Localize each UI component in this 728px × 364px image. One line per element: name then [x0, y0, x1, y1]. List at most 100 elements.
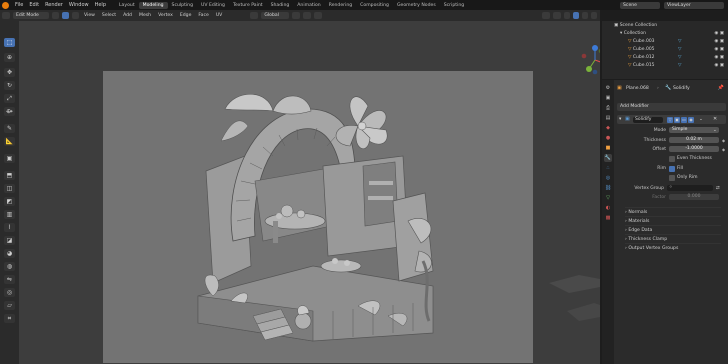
workspace-tab-texture-paint[interactable]: Texture Paint: [229, 2, 267, 9]
subpanel-edge-data[interactable]: › Edge Data: [625, 225, 721, 234]
visibility-eye-icon[interactable]: ◉ ▣: [714, 63, 724, 70]
snap-icon[interactable]: [303, 12, 312, 19]
workspace-tab-modeling[interactable]: Modeling: [138, 1, 168, 9]
particles-tab-icon[interactable]: ∴: [604, 164, 612, 172]
close-icon[interactable]: ✕: [713, 116, 717, 122]
header-menu-view[interactable]: View: [82, 13, 97, 18]
proportional-edit-icon[interactable]: [314, 12, 323, 19]
outliner-object-row[interactable]: ▽ Cube.005 ▽ ◉ ▣: [602, 47, 728, 54]
dropdown-chevron-icon[interactable]: ⌄: [699, 117, 703, 122]
physics-tab-icon[interactable]: ◎: [604, 174, 612, 182]
navigation-gizmo[interactable]: [580, 45, 600, 75]
data-tab-icon[interactable]: ▽: [604, 194, 612, 202]
3d-viewport[interactable]: ⌕ ✋ 🎥 ▦: [19, 21, 600, 364]
move-tool-icon[interactable]: ✥: [4, 68, 15, 77]
subpanel-materials[interactable]: › Materials: [625, 216, 721, 225]
pivot-icon[interactable]: [292, 12, 301, 19]
edge-select-icon[interactable]: [62, 12, 69, 19]
annotate-tool-icon[interactable]: ✎: [4, 124, 15, 133]
menu-render[interactable]: Render: [42, 2, 66, 8]
animate-dot-icon[interactable]: ◆: [722, 146, 725, 153]
shading-rendered-icon[interactable]: [591, 12, 597, 19]
header-menu-edge[interactable]: Edge: [178, 13, 194, 18]
only-rim-checkbox[interactable]: [669, 174, 675, 181]
blender-logo-icon[interactable]: [2, 1, 9, 9]
animate-dot-icon[interactable]: ◆: [722, 137, 725, 144]
loop-cut-tool-icon[interactable]: ▥: [4, 210, 15, 219]
visibility-eye-icon[interactable]: ◉ ▣: [714, 55, 724, 62]
visibility-eye-icon[interactable]: ◉ ▣: [714, 31, 724, 38]
knife-tool-icon[interactable]: ⌇: [4, 223, 15, 232]
header-menu-face[interactable]: Face: [196, 13, 210, 18]
vertex-select-icon[interactable]: [52, 12, 59, 19]
spin-tool-icon[interactable]: ◕: [4, 249, 15, 258]
offset-field[interactable]: -1.0000: [669, 146, 719, 152]
workspace-tab-geometry-nodes[interactable]: Geometry Nodes: [393, 2, 440, 9]
outliner-object-row[interactable]: ▽ Cube.003 ▽ ◉ ▣: [602, 39, 728, 46]
measure-tool-icon[interactable]: 📐: [4, 137, 15, 146]
edge-slide-tool-icon[interactable]: ⇋: [4, 275, 15, 284]
subpanel-output-vertex-groups[interactable]: › Output Vertex Groups: [625, 243, 721, 252]
scene-selector[interactable]: Scene: [620, 1, 660, 9]
editor-type-icon[interactable]: [2, 12, 10, 19]
overlays-icon[interactable]: [542, 12, 550, 19]
visibility-eye-icon[interactable]: ◉ ▣: [714, 47, 724, 54]
edit-mode-icon[interactable]: ▣: [674, 116, 680, 123]
viewport-display-icon[interactable]: ▭: [681, 116, 687, 123]
extrude-tool-icon[interactable]: ⬒: [4, 171, 15, 180]
view-layer-tab-icon[interactable]: ▤: [604, 114, 612, 122]
mode-selector[interactable]: Edit Mode: [13, 12, 49, 19]
workspace-tab-layout[interactable]: Layout: [115, 2, 139, 9]
tool-tab-icon[interactable]: ⚙: [604, 84, 612, 92]
outliner-scene-collection[interactable]: ▣ Scene Collection: [602, 23, 728, 30]
transform-tool-icon[interactable]: ⟴: [4, 107, 15, 116]
shading-solid-icon[interactable]: [573, 12, 579, 19]
header-menu-mesh[interactable]: Mesh: [137, 13, 153, 18]
vertex-group-field[interactable]: ⁘: [667, 185, 713, 191]
workspace-tab-rendering[interactable]: Rendering: [325, 2, 356, 9]
fill-checkbox[interactable]: [669, 165, 675, 172]
rotate-tool-icon[interactable]: ↻: [4, 81, 15, 90]
workspace-tab-sculpting[interactable]: Sculpting: [168, 2, 197, 9]
subpanel-normals[interactable]: › Normals: [625, 207, 721, 216]
workspace-tab-scripting[interactable]: Scripting: [440, 2, 468, 9]
bevel-tool-icon[interactable]: ◩: [4, 197, 15, 206]
edit-cage-icon[interactable]: ▽: [667, 116, 673, 123]
inset-tool-icon[interactable]: ◫: [4, 184, 15, 193]
menu-edit[interactable]: Edit: [26, 2, 42, 8]
header-menu-select[interactable]: Select: [100, 13, 118, 18]
object-tab-icon[interactable]: ■: [604, 144, 612, 152]
workspace-tab-uv-editing[interactable]: UV Editing: [197, 2, 229, 9]
material-tab-icon[interactable]: ◐: [604, 204, 612, 212]
view-layer-selector[interactable]: ViewLayer: [664, 1, 724, 9]
scene-tab-icon[interactable]: ◆: [604, 124, 612, 132]
texture-tab-icon[interactable]: ▩: [604, 214, 612, 222]
scale-tool-icon[interactable]: ⤢: [4, 94, 15, 103]
shear-tool-icon[interactable]: ▱: [4, 301, 15, 310]
modifier-name-field[interactable]: Solidify: [633, 116, 663, 123]
thickness-field[interactable]: 0.02 m: [669, 137, 719, 143]
header-menu-add[interactable]: Add: [121, 13, 134, 18]
even-thickness-checkbox[interactable]: [669, 155, 675, 162]
mode-select[interactable]: Simple: [669, 127, 719, 133]
rip-region-tool-icon[interactable]: ⌗: [4, 314, 15, 323]
menu-file[interactable]: File: [12, 2, 26, 8]
shrink-fatten-tool-icon[interactable]: ◎: [4, 288, 15, 297]
workspace-tab-compositing[interactable]: Compositing: [356, 2, 393, 9]
pin-icon[interactable]: 📌: [718, 85, 724, 91]
collapse-arrow-icon[interactable]: ▾: [619, 117, 621, 122]
outliner-collection[interactable]: ▾ Collection ◉ ▣: [602, 31, 728, 38]
header-menu-vertex[interactable]: Vertex: [156, 13, 175, 18]
subpanel-thickness-clamp[interactable]: › Thickness Clamp: [625, 234, 721, 243]
constraints-tab-icon[interactable]: ⛓: [604, 184, 612, 192]
world-tab-icon[interactable]: ●: [604, 134, 612, 142]
shading-material-icon[interactable]: [582, 12, 588, 19]
modifier-tab-icon[interactable]: 🔧: [604, 154, 612, 162]
smooth-tool-icon[interactable]: ◍: [4, 262, 15, 271]
output-tab-icon[interactable]: ⎙: [604, 104, 612, 112]
shading-wireframe-icon[interactable]: [564, 12, 570, 19]
select-box-tool-icon[interactable]: ⬚: [4, 38, 15, 47]
add-modifier-button[interactable]: Add Modifier: [617, 103, 726, 111]
workspace-tab-shading[interactable]: Shading: [267, 2, 294, 9]
face-select-icon[interactable]: [72, 12, 79, 19]
